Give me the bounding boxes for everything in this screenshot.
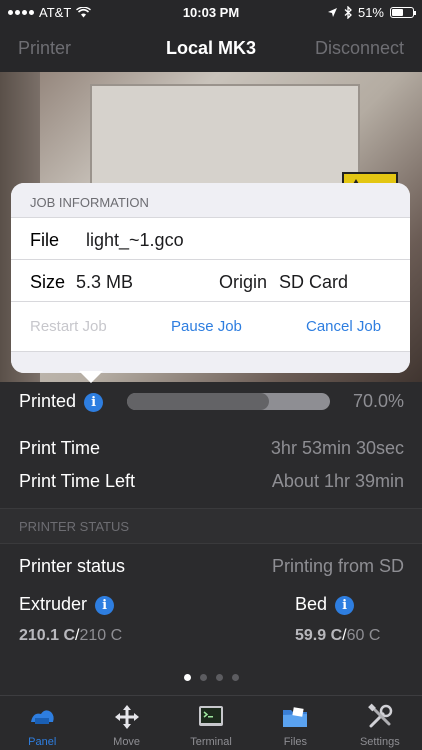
printer-status-value: Printing from SD	[271, 556, 404, 576]
bed-target-temp: 60 C	[346, 627, 381, 644]
tab-settings[interactable]: Settings	[338, 696, 422, 750]
print-time-left-value: About 1hr 39min	[271, 471, 404, 491]
printer-status-label: Printer status	[19, 556, 126, 576]
move-arrows-icon	[114, 705, 139, 729]
extruder-actual-temp: 210.1 C	[19, 627, 76, 644]
print-progress-fill	[127, 393, 270, 410]
tab-terminal-label: Terminal	[190, 736, 232, 748]
print-time-left-label: Print Time Left	[19, 471, 136, 491]
print-progress-bar	[127, 393, 330, 410]
extruder-info-icon[interactable]: i	[95, 595, 115, 615]
page-dot-3[interactable]	[215, 674, 223, 681]
tab-panel-label: Panel	[28, 736, 57, 748]
temperatures-row: Extruder i 210.1 C/210 C Bed i 59.9 C/60…	[0, 590, 422, 660]
size-value: 5.3 MB	[76, 272, 134, 292]
status-bar: AT&T 10:03 PM 51%	[0, 0, 422, 26]
tab-bar: Panel Move Terminal Files Settings	[0, 695, 422, 750]
print-time-value: 3hr 53min 30sec	[270, 438, 404, 458]
bluetooth-icon	[344, 6, 352, 19]
tools-icon	[367, 703, 393, 728]
location-icon	[327, 8, 337, 17]
bed-info-icon[interactable]: i	[335, 595, 355, 615]
page-dot-4[interactable]	[231, 674, 239, 681]
job-information-popover: JOB INFORMATION File light_~1.gco Size 5…	[11, 183, 410, 383]
extruder-target-temp: 210 C	[79, 627, 123, 644]
tab-move-label: Move	[113, 736, 141, 748]
bed-label: Bed	[295, 594, 328, 614]
job-actions: Restart Job Pause Job Cancel Job	[11, 301, 410, 351]
printed-info-icon[interactable]: i	[84, 392, 104, 412]
printed-label-wrap: Printed i	[19, 391, 104, 412]
bed-actual-temp: 59.9 C	[295, 627, 343, 644]
tab-panel[interactable]: Panel	[0, 696, 84, 750]
origin-label: Origin	[219, 272, 268, 292]
printed-row: Printed i 70.0%	[0, 382, 422, 422]
pause-job-button[interactable]: Pause Job	[171, 318, 242, 335]
printer-panel: Printed i 70.0% Print Time 3hr 53min 30s…	[0, 382, 422, 660]
file-row: File light_~1.gco	[11, 217, 410, 259]
battery-icon	[390, 7, 416, 18]
disconnect-button[interactable]: Disconnect	[315, 38, 404, 59]
file-value: light_~1.gco	[86, 230, 184, 250]
size-label: Size	[30, 272, 66, 292]
size-origin-row: Size 5.3 MB Origin SD Card	[11, 259, 410, 301]
printer-status-section-header: PRINTER STATUS	[0, 508, 422, 544]
battery-percent: 51%	[357, 5, 384, 20]
tab-settings-label: Settings	[359, 736, 400, 748]
cancel-job-button[interactable]: Cancel Job	[306, 318, 381, 335]
page-dot-1[interactable]	[183, 674, 191, 681]
folder-icon	[283, 707, 308, 727]
printed-percent: 70.0%	[352, 391, 404, 411]
page-indicator[interactable]	[0, 674, 422, 681]
bed-label-wrap: Bed i	[295, 594, 355, 615]
bed-temperature: 59.9 C/60 C	[295, 627, 380, 645]
tab-files[interactable]: Files	[253, 696, 337, 750]
print-time-left-row: Print Time Left About 1hr 39min	[0, 465, 422, 498]
restart-job-button[interactable]: Restart Job	[30, 318, 107, 335]
popover-footer	[11, 351, 410, 373]
job-information-header: JOB INFORMATION	[11, 183, 410, 217]
extruder-temperature: 210.1 C/210 C	[19, 627, 122, 645]
extruder-label: Extruder	[19, 594, 88, 614]
tab-move[interactable]: Move	[84, 696, 168, 750]
tab-terminal[interactable]: Terminal	[169, 696, 253, 750]
printer-status-row: Printer status Printing from SD	[0, 550, 422, 590]
file-label: File	[30, 230, 60, 250]
print-time-row: Print Time 3hr 53min 30sec	[0, 432, 422, 465]
printer-icon	[31, 710, 54, 724]
origin-value: SD Card	[279, 272, 349, 292]
navigation-bar: Printer Local MK3 Disconnect	[0, 26, 422, 72]
extruder-label-wrap: Extruder i	[19, 594, 115, 615]
terminal-icon	[199, 706, 224, 726]
status-right: 51%	[327, 5, 416, 20]
print-time-label: Print Time	[19, 438, 101, 458]
printed-label: Printed	[19, 391, 77, 411]
page-dot-2[interactable]	[199, 674, 207, 681]
tab-files-label: Files	[283, 736, 308, 748]
